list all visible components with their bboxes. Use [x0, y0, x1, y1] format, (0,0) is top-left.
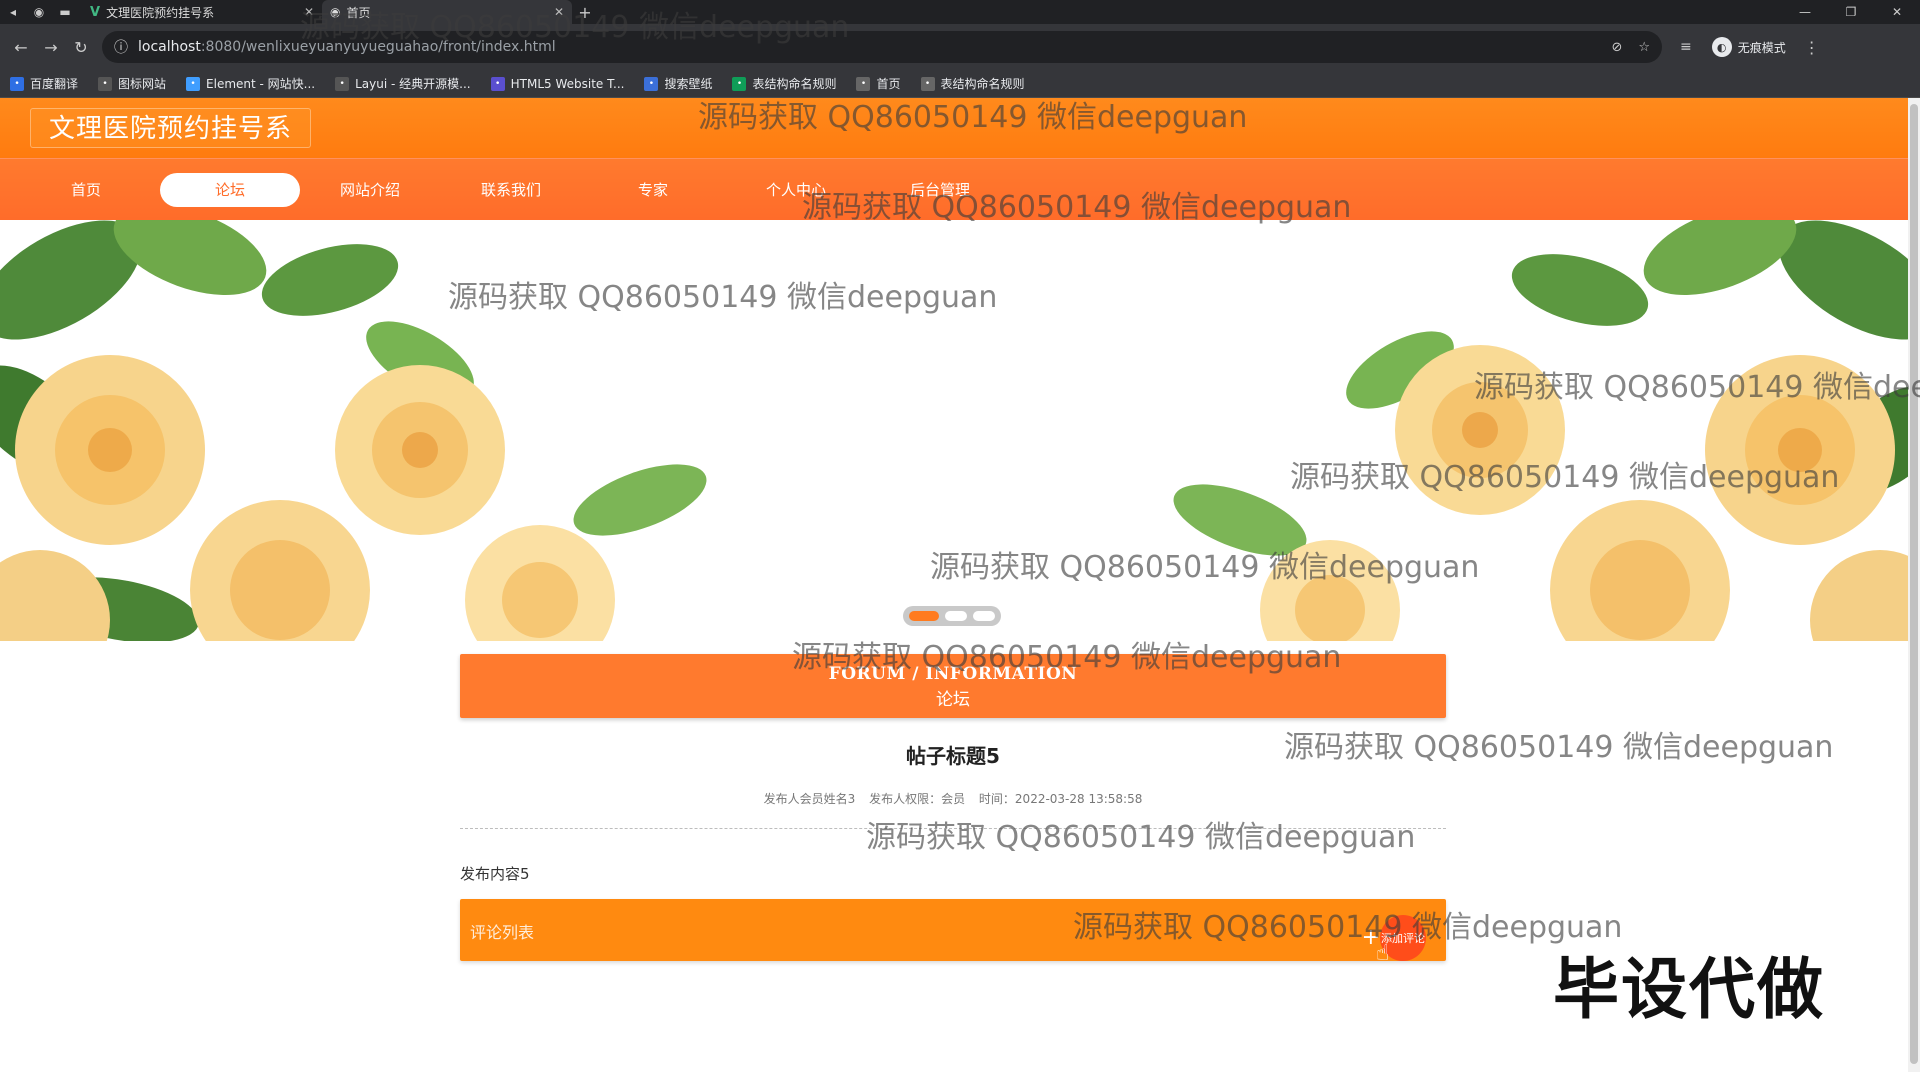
url-host: localhost: [138, 39, 201, 55]
info-icon[interactable]: ⓘ: [114, 37, 128, 57]
forum-header-bar: FORUM / INFORMATION 论坛: [460, 654, 1446, 718]
window-icon[interactable]: ▬: [52, 0, 78, 24]
post-title: 帖子标题5: [906, 744, 1000, 768]
restore-icon[interactable]: ❐: [1828, 5, 1874, 19]
nav-about[interactable]: 网站介绍: [300, 173, 440, 207]
bookmark-label: 百度翻译: [30, 77, 79, 91]
forward-icon[interactable]: →: [36, 38, 66, 57]
browser-tab[interactable]: V 文理医院预约挂号系 ✕: [82, 0, 322, 24]
site-nav: 首页 论坛 网站介绍 联系我们 专家 个人中心 后台管理: [0, 158, 1908, 220]
reload-icon[interactable]: ↻: [66, 38, 96, 57]
carousel-dot[interactable]: [973, 611, 995, 621]
page-scrollbar[interactable]: [1908, 98, 1920, 1072]
bookmark-item[interactable]: • HTML5 Website T...: [490, 76, 625, 91]
site-header: 文理医院预约挂号系: [0, 98, 1908, 158]
bookmark-label: 搜索壁纸: [664, 77, 713, 91]
close-icon[interactable]: ✕: [554, 5, 564, 19]
bookmark-label: 图标网站: [118, 77, 167, 91]
browser-tab-active[interactable]: ◉ 首页 ✕: [322, 0, 572, 24]
wallpaper-icon: •: [644, 76, 659, 91]
banner-carousel[interactable]: [0, 220, 1908, 641]
bookmark-item[interactable]: • 表结构命名规则: [732, 75, 836, 92]
minimize-icon[interactable]: —: [1782, 5, 1828, 19]
nav-home[interactable]: 首页: [16, 173, 156, 207]
nav-forum[interactable]: 论坛: [160, 173, 300, 207]
globe-icon: •: [920, 76, 935, 91]
close-window-icon[interactable]: ✕: [1874, 5, 1920, 19]
overlay-big-text: 毕设代做: [1553, 951, 1825, 1028]
bookmark-item[interactable]: • Layui - 经典开源模...: [335, 75, 471, 92]
forum-title-en: FORUM / INFORMATION: [828, 664, 1078, 684]
site-title: 文理医院预约挂号系: [30, 108, 312, 148]
roses-banner-image: [0, 220, 1908, 641]
nav-admin[interactable]: 后台管理: [870, 173, 1010, 207]
bookmark-item[interactable]: • Element - 网站快...: [186, 75, 315, 92]
divider: [460, 828, 1446, 829]
post-content: 发布内容5: [460, 865, 530, 883]
nav-contact[interactable]: 联系我们: [441, 173, 581, 207]
carousel-dot[interactable]: [909, 611, 939, 621]
bookmark-item[interactable]: • 百度翻译: [10, 75, 78, 92]
bookmark-item[interactable]: • 图标网站: [98, 75, 166, 92]
new-tab-icon[interactable]: +: [572, 3, 598, 22]
url-path: :8080/wenlixueyuanyuyueguahao/front/inde…: [200, 39, 556, 55]
bookmark-label: HTML5 Website T...: [510, 76, 625, 91]
post-time: 时间：2022-03-28 13:58:58: [978, 792, 1143, 806]
globe-icon: ◉: [330, 5, 341, 19]
tab-title: 文理医院预约挂号系: [106, 5, 215, 20]
bookmark-label: 首页: [876, 77, 901, 91]
layui-icon: •: [335, 76, 350, 91]
incognito-profile[interactable]: ◐ 无痕模式: [1711, 37, 1786, 57]
star-icon[interactable]: ☆: [1638, 40, 1650, 55]
add-comment-button[interactable]: + 添加评论: [1362, 915, 1426, 961]
bookmark-label: Element - 网站快...: [206, 77, 316, 91]
eye-off-icon[interactable]: ⊘: [1611, 40, 1622, 55]
url-input[interactable]: ⓘ localhost:8080/wenlixueyuanyuyueguahao…: [102, 31, 1662, 63]
html5-icon: •: [490, 76, 505, 91]
bookmarks-bar: • 百度翻译 • 图标网站 • Element - 网站快... • Layui - 经典开源…: [0, 70, 1920, 98]
hand-cursor-icon: ☝: [1376, 941, 1390, 966]
bookmark-label: Layui - 经典开源模...: [355, 77, 471, 91]
globe-icon[interactable]: ◉: [26, 0, 52, 24]
carousel-dots: [903, 606, 1001, 626]
bookmark-label: 表结构命名规则: [940, 77, 1025, 91]
comment-list-bar: 评论列表 + 添加评论: [460, 899, 1446, 961]
vue-logo-icon: V: [90, 4, 101, 20]
globe-icon: •: [856, 76, 871, 91]
scrollbar-thumb[interactable]: [1910, 104, 1918, 1064]
flag-icon: •: [98, 76, 113, 91]
post-role: 发布人权限：会员: [869, 792, 966, 806]
window-controls: — ❐ ✕: [1782, 5, 1920, 19]
bookmark-item[interactable]: • 搜索壁纸: [644, 75, 712, 92]
post-meta: 发布人会员姓名3 发布人权限：会员 时间：2022-03-28 13:58:58: [460, 790, 1446, 807]
forum-title-cn: 论坛: [936, 690, 970, 710]
profile-label: 无痕模式: [1737, 40, 1786, 55]
element-icon: •: [186, 76, 201, 91]
reading-list-icon[interactable]: ≡: [1680, 39, 1692, 55]
more-menu-icon[interactable]: ⋮: [1804, 38, 1820, 57]
speaker-icon[interactable]: ◂: [0, 0, 26, 24]
browser-tab-strip: ◂ ◉ ▬ V 文理医院预约挂号系 ✕ ◉ 首页 ✕ + — ❐ ✕: [0, 0, 1920, 24]
address-bar: ← → ↻ ⓘ localhost:8080/wenlixueyuanyuyue…: [0, 24, 1920, 70]
translate-icon: •: [10, 76, 24, 91]
nav-personal-center[interactable]: 个人中心: [726, 173, 866, 207]
bookmark-item[interactable]: • 首页: [856, 75, 901, 92]
close-icon[interactable]: ✕: [304, 5, 314, 19]
carousel-dot[interactable]: [945, 611, 967, 621]
web-page: 文理医院预约挂号系 首页 论坛 网站介绍 联系我们 专家 个人中心 后台管理 F…: [0, 98, 1908, 1072]
sheet-icon: •: [732, 76, 747, 91]
bookmark-item[interactable]: • 表结构命名规则: [920, 75, 1025, 92]
back-icon[interactable]: ←: [6, 38, 36, 57]
nav-experts[interactable]: 专家: [583, 173, 723, 207]
post-author: 发布人会员姓名3: [763, 792, 856, 806]
comment-list-label: 评论列表: [470, 923, 535, 942]
bookmark-label: 表结构命名规则: [752, 77, 837, 91]
incognito-icon: ◐: [1711, 37, 1732, 57]
tab-title: 首页: [346, 5, 371, 20]
